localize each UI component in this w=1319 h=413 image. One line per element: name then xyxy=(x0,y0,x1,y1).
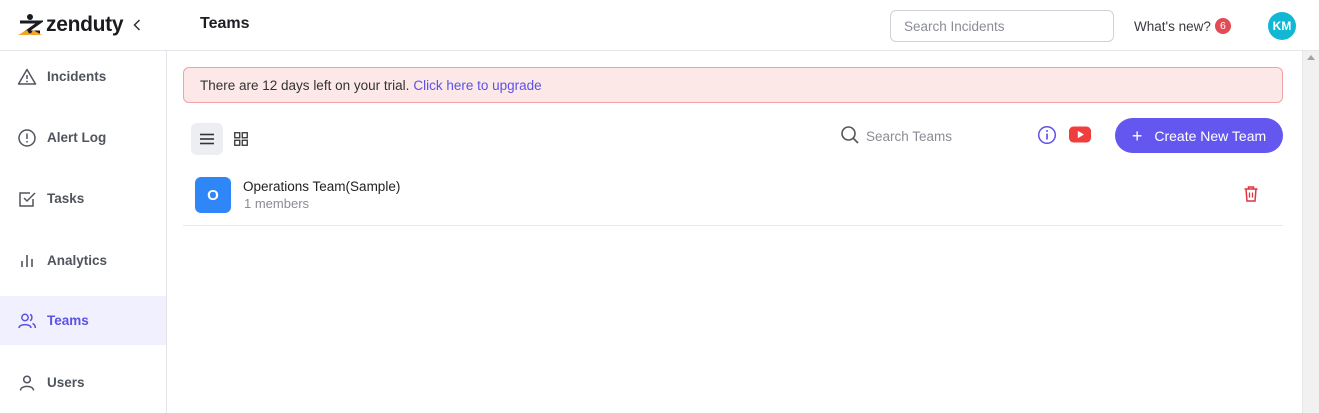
search-teams-input[interactable] xyxy=(866,123,1016,149)
sidebar-item-alert-log[interactable]: Alert Log xyxy=(0,113,166,162)
search-icon xyxy=(841,126,859,144)
sidebar-item-label: Analytics xyxy=(47,253,108,268)
info-icon[interactable] xyxy=(1037,125,1057,145)
table-row[interactable]: O Operations Team(Sample) 1 members xyxy=(183,166,1283,226)
team-name[interactable]: Operations Team(Sample) xyxy=(243,179,400,194)
logo-text: zenduty xyxy=(46,13,124,36)
zenduty-logo[interactable]: zenduty xyxy=(17,13,124,37)
search-incidents-input[interactable] xyxy=(890,10,1114,42)
list-view-button[interactable] xyxy=(191,123,223,155)
create-new-team-button[interactable]: + Create New Team xyxy=(1115,118,1283,153)
trial-message: There are 12 days left on your trial. xyxy=(200,77,410,93)
top-bar: zenduty Teams What's new? 6 KM xyxy=(0,0,1319,51)
list-icon xyxy=(200,133,214,145)
team-members-count: 1 members xyxy=(244,196,310,211)
sidebar-item-teams[interactable]: Teams xyxy=(0,296,166,345)
user-icon xyxy=(17,373,37,393)
user-avatar[interactable]: KM xyxy=(1268,12,1296,40)
bar-chart-icon xyxy=(17,251,37,271)
plus-icon: + xyxy=(1131,125,1143,146)
upgrade-link[interactable]: Click here to upgrade xyxy=(413,78,541,93)
users-icon xyxy=(17,311,37,331)
trial-banner: There are 12 days left on your trial. Cl… xyxy=(183,67,1283,103)
warning-icon xyxy=(17,67,37,87)
sidebar-item-users[interactable]: Users xyxy=(0,358,166,407)
zenduty-logo-icon xyxy=(18,14,43,35)
youtube-icon[interactable] xyxy=(1069,126,1091,143)
scroll-up-arrow-icon[interactable] xyxy=(1307,55,1315,60)
chevron-left-icon xyxy=(133,19,141,31)
checkbox-icon xyxy=(17,189,37,209)
collapse-sidebar-button[interactable] xyxy=(130,14,144,36)
sidebar-item-incidents[interactable]: Incidents xyxy=(0,52,166,101)
sidebar-item-label: Alert Log xyxy=(47,130,107,145)
alert-circle-icon xyxy=(17,128,37,148)
sidebar: Incidents Alert Log Tasks Analytics Team… xyxy=(0,51,167,413)
sidebar-item-label: Incidents xyxy=(47,69,107,84)
vertical-scrollbar[interactable] xyxy=(1302,51,1319,413)
create-new-team-label: Create New Team xyxy=(1154,127,1267,144)
whats-new-button[interactable]: What's new? 6 xyxy=(1134,18,1231,34)
page-title: Teams xyxy=(200,15,250,32)
whats-new-badge: 6 xyxy=(1214,18,1231,34)
sidebar-item-label: Users xyxy=(47,375,85,390)
team-avatar: O xyxy=(195,177,231,213)
trash-icon[interactable] xyxy=(1242,185,1260,203)
sidebar-item-tasks[interactable]: Tasks xyxy=(0,174,166,223)
sidebar-item-analytics[interactable]: Analytics xyxy=(0,236,166,285)
sidebar-item-label: Teams xyxy=(47,313,89,328)
grid-icon xyxy=(234,132,248,146)
grid-view-button[interactable] xyxy=(225,123,257,155)
sidebar-item-label: Tasks xyxy=(47,191,85,206)
whats-new-label: What's new? xyxy=(1134,18,1211,34)
